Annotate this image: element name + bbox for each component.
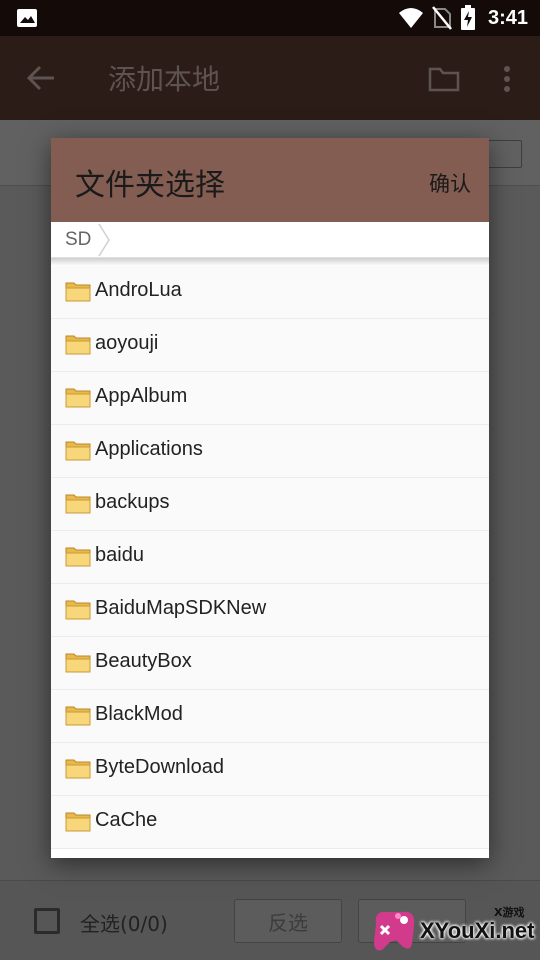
watermark-text: XYouXi.net: [420, 918, 535, 943]
more-vert-icon[interactable]: [500, 64, 514, 94]
folder-icon: [65, 812, 91, 832]
breadcrumb-sd[interactable]: SD: [65, 229, 91, 251]
no-sim-icon: [432, 6, 452, 30]
folder-name: BlackMod: [95, 703, 183, 725]
folder-icon: [65, 494, 91, 514]
folder-name: baidu: [95, 544, 144, 566]
folder-list-item[interactable]: baidu: [51, 531, 489, 584]
chevron-right-icon: [98, 223, 110, 257]
folder-icon: [65, 600, 91, 620]
folder-list-item[interactable]: BeautyBox: [51, 637, 489, 690]
clock: 3:41: [487, 6, 528, 29]
folder-name: AppAlbum: [95, 385, 188, 407]
folder-list-item[interactable]: ByteDownload: [51, 743, 489, 796]
folder-name: BeautyBox: [95, 650, 192, 672]
breadcrumb: SD: [51, 222, 489, 258]
select-all-label: 全选(0/0): [80, 912, 168, 936]
folder-icon: [65, 547, 91, 567]
battery-charging-icon: [460, 5, 475, 30]
folder-icon: [65, 441, 91, 461]
folder-list-item[interactable]: BaiduMapSDKNew: [51, 584, 489, 637]
folder-list: AndroLua aoyouji AppAlbum Applications backu…: [51, 266, 489, 849]
folder-name: ByteDownload: [95, 756, 224, 778]
back-arrow-icon[interactable]: [26, 64, 56, 92]
select-all-checkbox[interactable]: [34, 908, 60, 934]
image-icon: [17, 9, 37, 27]
folder-list-item[interactable]: aoyouji: [51, 319, 489, 372]
app-bar: 添加本地: [0, 36, 540, 120]
wifi-icon: [398, 8, 423, 28]
dialog-header: 文件夹选择 确认: [51, 138, 489, 222]
folder-icon: [65, 706, 91, 726]
folder-icon: [65, 759, 91, 779]
folder-icon: [65, 653, 91, 673]
folder-list-item[interactable]: BlackMod: [51, 690, 489, 743]
folder-list-item[interactable]: backups: [51, 478, 489, 531]
confirm-button[interactable]: 确认: [429, 168, 471, 198]
folder-icon: [65, 282, 91, 302]
page-title: 添加本地: [108, 63, 221, 96]
folder-name: AndroLua: [95, 279, 182, 301]
watermark: X游戏 XYouXi.net: [362, 898, 538, 958]
folder-list-item[interactable]: AppAlbum: [51, 372, 489, 425]
gamepad-logo-icon: [374, 911, 415, 951]
folder-icon: [65, 335, 91, 355]
status-bar: 3:41: [0, 0, 540, 36]
breadcrumb-shadow: [51, 258, 489, 266]
folder-name: BaiduMapSDKNew: [95, 597, 267, 619]
dialog-title: 文件夹选择: [75, 168, 225, 203]
folder-name: backups: [95, 491, 170, 513]
folder-list-item[interactable]: CaChe: [51, 796, 489, 849]
folder-list-item[interactable]: Applications: [51, 425, 489, 478]
folder-name: aoyouji: [95, 332, 159, 354]
folder-icon: [65, 388, 91, 408]
folder-picker-dialog: 文件夹选择 确认 SD AndroLua aoyouji AppAlbum Appli…: [51, 138, 489, 858]
folder-list-item[interactable]: AndroLua: [51, 266, 489, 319]
invert-selection-button[interactable]: 反选: [234, 899, 342, 943]
folder-name: Applications: [95, 438, 203, 460]
folder-icon[interactable]: [428, 66, 460, 92]
folder-name: CaChe: [95, 809, 158, 831]
